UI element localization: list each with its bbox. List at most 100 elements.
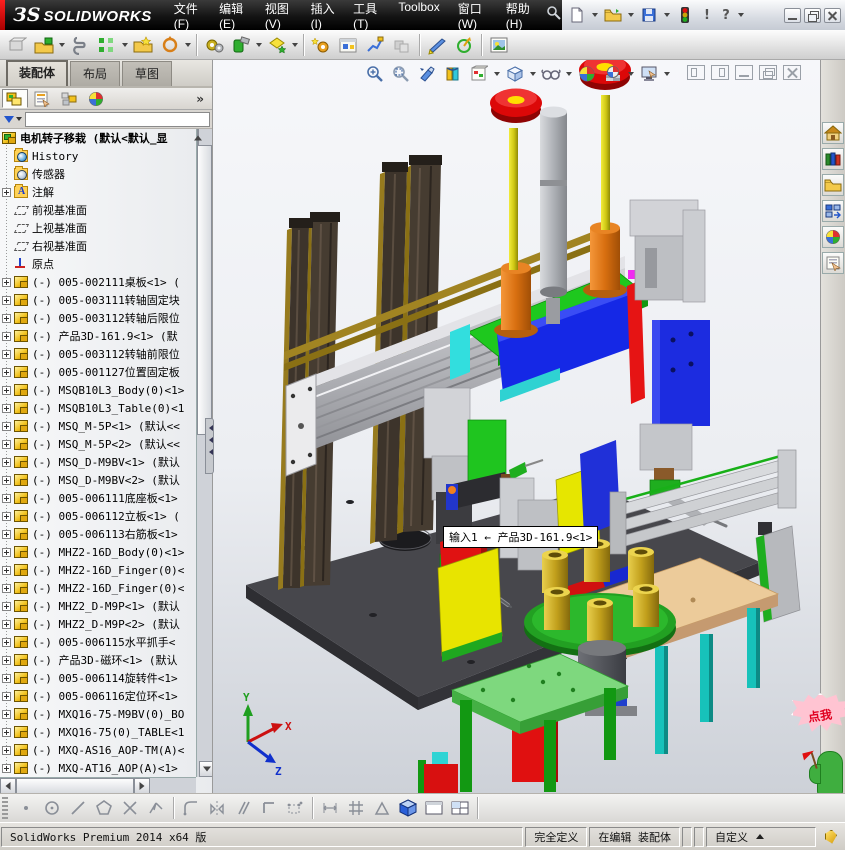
expand-icon[interactable] bbox=[2, 673, 11, 683]
sketch-polygon-icon[interactable] bbox=[92, 796, 116, 820]
smart-fasteners-icon[interactable] bbox=[130, 32, 156, 58]
hide-show-caret[interactable] bbox=[566, 72, 572, 76]
expand-icon[interactable] bbox=[2, 763, 11, 773]
open-document-caret[interactable] bbox=[628, 13, 634, 17]
previous-view-icon[interactable] bbox=[415, 62, 439, 86]
zoom-area-icon[interactable] bbox=[389, 62, 413, 86]
tree-item[interactable]: (-) MHZ2_D-M9P<2> (默认 bbox=[0, 615, 196, 633]
alert-icon[interactable]: ! bbox=[699, 8, 715, 23]
panel-splitter-handle[interactable] bbox=[205, 418, 214, 474]
display-style-caret[interactable] bbox=[530, 72, 536, 76]
menu-item[interactable]: 窗口(W) bbox=[450, 0, 496, 35]
show-hidden-components-icon[interactable] bbox=[201, 32, 227, 58]
tree-item[interactable]: (-) MSQ_M-5P<1> (默认<< bbox=[0, 417, 196, 435]
tree-item[interactable]: (-) MHZ2_D-M9P<1> (默认 bbox=[0, 597, 196, 615]
tree-item[interactable]: (-) 产品3D-磁环<1> (默认 bbox=[0, 651, 196, 669]
expand-icon[interactable] bbox=[2, 601, 11, 611]
expand-icon[interactable] bbox=[2, 655, 11, 665]
component-pattern-icon[interactable] bbox=[94, 32, 120, 58]
expand-icon[interactable] bbox=[2, 439, 11, 449]
view-orientation-caret[interactable] bbox=[494, 72, 500, 76]
new-document-icon[interactable] bbox=[566, 5, 588, 25]
menu-item[interactable]: 文件(F) bbox=[166, 0, 209, 35]
move-component-caret[interactable] bbox=[185, 42, 191, 47]
popup-mascot[interactable]: 点我 bbox=[789, 693, 845, 793]
expand-icon[interactable] bbox=[2, 187, 11, 197]
zoom-fit-icon[interactable] bbox=[363, 62, 387, 86]
expand-icon[interactable] bbox=[2, 565, 11, 575]
expand-icon[interactable] bbox=[2, 421, 11, 431]
close-button[interactable] bbox=[824, 7, 841, 23]
graphics-area[interactable]: Y X Z 输入1 ← 产品3D-161.9<1> 点我 bbox=[213, 60, 845, 793]
open-document-icon[interactable] bbox=[602, 5, 624, 25]
scroll-right-button[interactable] bbox=[134, 778, 150, 793]
commandmanager-tab[interactable]: 布局 bbox=[70, 61, 121, 86]
expand-icon[interactable] bbox=[2, 493, 11, 503]
tree-item[interactable]: (-) 005-006115水平抓手< bbox=[0, 633, 196, 651]
search-icon[interactable] bbox=[546, 5, 562, 26]
minimize-button[interactable] bbox=[784, 7, 801, 23]
reference-geometry-icon[interactable] bbox=[264, 32, 290, 58]
tree-item[interactable]: 传感器 bbox=[0, 165, 196, 183]
tree-item[interactable]: 注解 bbox=[0, 183, 196, 201]
help-caret[interactable] bbox=[738, 13, 744, 17]
tree-item[interactable]: (-) 005-006112立板<1> ( bbox=[0, 507, 196, 525]
sketch-circle-icon[interactable] bbox=[40, 796, 64, 820]
tree-item[interactable]: (-) 005-006111底座板<1> bbox=[0, 489, 196, 507]
doc-close-button[interactable] bbox=[783, 65, 801, 80]
display-style-icon[interactable] bbox=[503, 62, 527, 86]
tree-item[interactable]: (-) 005-006113右筋板<1> bbox=[0, 525, 196, 543]
expand-icon[interactable] bbox=[2, 475, 11, 485]
view-orientation-icon[interactable] bbox=[467, 62, 491, 86]
commandmanager-tab[interactable]: 装配体 bbox=[6, 60, 69, 86]
isometric-view-icon[interactable] bbox=[396, 796, 420, 820]
tree-horizontal-scrollbar[interactable] bbox=[0, 777, 196, 793]
tree-item[interactable]: (-) 005-003112转轴后限位 bbox=[0, 309, 196, 327]
scroll-thumb-horizontal[interactable] bbox=[16, 778, 134, 793]
rebuild-trafficlight-icon[interactable] bbox=[674, 5, 696, 25]
expand-icon[interactable] bbox=[2, 511, 11, 521]
expand-icon[interactable] bbox=[2, 385, 11, 395]
tree-item[interactable]: History bbox=[0, 147, 196, 165]
menu-item[interactable]: 插入(I) bbox=[303, 0, 344, 35]
expand-icon[interactable] bbox=[2, 745, 11, 755]
menu-item[interactable]: 视图(V) bbox=[257, 0, 301, 35]
expand-icon[interactable] bbox=[2, 709, 11, 719]
trim-entities-icon[interactable] bbox=[118, 796, 142, 820]
tree-item[interactable]: (-) MXQ16-75(0)_TABLE<1 bbox=[0, 723, 196, 741]
expand-icon[interactable] bbox=[2, 367, 11, 377]
assembly-features-icon[interactable] bbox=[228, 32, 254, 58]
tree-item[interactable]: 右视基准面 bbox=[0, 237, 196, 255]
help-icon[interactable]: ? bbox=[718, 8, 734, 23]
tree-item[interactable]: 原点 bbox=[0, 255, 196, 273]
menu-item[interactable]: 工具(T) bbox=[345, 0, 388, 35]
explode-line-sketch-icon[interactable] bbox=[362, 32, 388, 58]
tree-item[interactable]: (-) MSQB10L3_Body(0)<1> bbox=[0, 381, 196, 399]
split-pane-left-icon[interactable] bbox=[687, 65, 705, 80]
doc-restore-button[interactable] bbox=[759, 65, 777, 80]
view-settings-caret[interactable] bbox=[664, 72, 670, 76]
instant3d-icon[interactable] bbox=[424, 32, 450, 58]
tree-item[interactable]: (-) MHZ2-16D_Finger(0)< bbox=[0, 561, 196, 579]
interference-detection-icon[interactable] bbox=[389, 32, 415, 58]
resources-home-icon[interactable] bbox=[822, 122, 844, 144]
insert-component-icon[interactable] bbox=[4, 32, 30, 58]
tree-item[interactable]: (-) MXQ16-75-M9BV(0)_BO bbox=[0, 705, 196, 723]
tree-item[interactable]: (-) 005-002111桌板<1> ( bbox=[0, 273, 196, 291]
menu-item[interactable]: 编辑(E) bbox=[211, 0, 255, 35]
expand-icon[interactable] bbox=[2, 727, 11, 737]
mascot-bubble[interactable]: 点我 bbox=[791, 693, 845, 732]
edit-appearance-icon[interactable] bbox=[575, 62, 599, 86]
expand-icon[interactable] bbox=[2, 331, 11, 341]
mate-icon[interactable] bbox=[67, 32, 93, 58]
tree-item[interactable]: (-) 005-001127位置固定板 bbox=[0, 363, 196, 381]
expand-icon[interactable] bbox=[2, 277, 11, 287]
commandmanager-tab[interactable]: 草图 bbox=[122, 61, 173, 86]
reference-geometry-caret[interactable] bbox=[292, 42, 298, 47]
expand-icon[interactable] bbox=[2, 583, 11, 593]
save-icon[interactable] bbox=[638, 5, 660, 25]
hide-show-items-icon[interactable] bbox=[539, 62, 563, 86]
section-view-icon[interactable] bbox=[441, 62, 465, 86]
tree-item[interactable]: 前视基准面 bbox=[0, 201, 196, 219]
open-part-icon[interactable] bbox=[31, 32, 57, 58]
